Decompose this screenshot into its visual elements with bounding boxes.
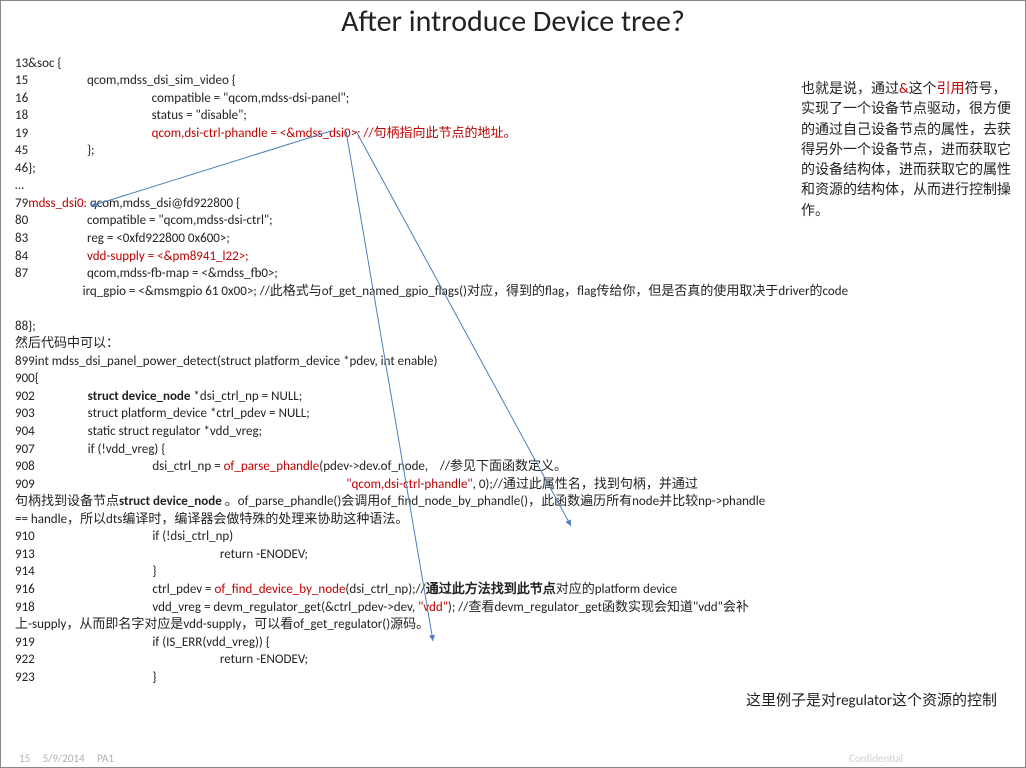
c: 909 [15,477,346,492]
sn-t: 这个 [909,80,937,97]
c: 19 [15,126,152,141]
c: 916 ctrl_pdev = [15,582,214,597]
footer-page: 15 [19,752,30,765]
side-note: 也就是说，通过&这个引用符号，实现了一个设备节点驱动，很方便的通过自己设备节点的… [801,79,1011,221]
sn-t: 也就是说，通过 [801,80,899,97]
c: , 0);//通过此属性名，找到句柄，并通过 [473,477,698,492]
c: 908 dsi_ctrl_np = [15,459,224,474]
c: 902 [15,389,88,404]
c: 914 } [15,564,156,579]
c: 16 compatible = "qcom,mdss-dsi-panel"; [15,91,349,106]
c: 18 status = "disable"; [15,108,247,123]
c: *dsi_ctrl_np = NULL; [190,389,302,404]
c: 句柄找到设备节点 [15,494,119,509]
c-red: "vdd" [418,600,448,615]
c: 918 vdd_vreg = devm_regulator_get(&ctrl_… [15,600,418,615]
c: 919 if (IS_ERR(vdd_vreg)) { [15,635,270,650]
slide-title: After introduce Device tree? [1,3,1025,40]
footer: 15 5/9/2014 PA1 Confidential [19,752,124,765]
footer-confidential: Confidential [849,752,903,765]
sn-t: 符号，实现了一个设备节点驱动，很方便的通过自己设备节点的属性，去获得另外一个设备… [801,80,1011,219]
c: 15 qcom,mdss_dsi_sim_video { [15,73,236,88]
c: 45 }; [15,143,95,158]
c: 910 if (!dsi_ctrl_np) [15,529,233,544]
c-bold: struct device_node [88,389,191,404]
c: 13&soc { [15,56,62,71]
c: 84 [15,249,87,264]
c: 913 return -ENODEV; [15,547,308,562]
c: 。of_parse_phandle()会调用of_find_node_by_ph… [225,494,765,509]
c: ); //查看devm_regulator_get函数实现会知道"vdd"会补 [448,600,749,615]
c: 83 reg = <0xfd922800 0x600>; [15,231,230,246]
c: 对应的platform device [556,582,677,597]
c: 899int mdss_dsi_panel_power_detect(struc… [15,354,437,369]
c-bold: 通过此方法找到此节点 [426,582,556,597]
c: 88}; [15,319,36,334]
c: 79 [15,196,28,211]
c: qcom,mdss_dsi@fd922800 { [87,196,240,211]
c: 922 return -ENODEV; [15,652,308,667]
sn-red: 引用 [937,80,965,97]
c: 然后代码中可以： [15,336,119,351]
c-red: vdd-supply = <&pm8941_l22>; [87,249,249,264]
c: 904 static struct regulator *vdd_vreg; [15,424,262,439]
c-red: of_find_device_by_node [214,582,345,597]
c: 87 qcom,mdss-fb-map = <&mdss_fb0>; [15,266,278,281]
c-red: qcom,dsi-ctrl-phandle = <&mdss_dsi0>; //… [152,126,517,141]
c-red: of_parse_phandle [224,459,320,474]
c: (dsi_ctrl_np);// [345,582,425,597]
c: irq_gpio = <&msmgpio 61 0x00>; //此格式与of_… [15,284,848,299]
c: 923 } [15,670,156,685]
c-bold: struct device_node [119,494,225,509]
footer-date: 5/9/2014 [43,752,85,765]
c: 上-supply，从而即名字对应是vdd-supply，可以看of_get_re… [15,617,429,632]
c: (pdev->dev.of_node, //参见下面函数定义。 [319,459,567,474]
sn-red: & [899,80,909,97]
footer-id: PA1 [97,752,114,765]
c: 80 compatible = "qcom,mdss-dsi-ctrl"; [15,213,273,228]
c: == handle，所以dts编译时，编译器会做特殊的处理来协助这种语法。 [15,512,408,527]
c: … [15,178,24,193]
c-red: mdss_dsi0: [28,196,87,211]
c: 907 if (!vdd_vreg) { [15,442,165,457]
slide: After introduce Device tree? 13&soc { 15… [0,0,1026,768]
c: 900{ [15,371,39,386]
c: 903 struct platform_device *ctrl_pdev = … [15,406,310,421]
c-red: "qcom,dsi-ctrl-phandle" [346,477,472,492]
bottom-note: 这里例子是对regulator这个资源的控制 [746,689,997,710]
c: 46}; [15,161,36,176]
